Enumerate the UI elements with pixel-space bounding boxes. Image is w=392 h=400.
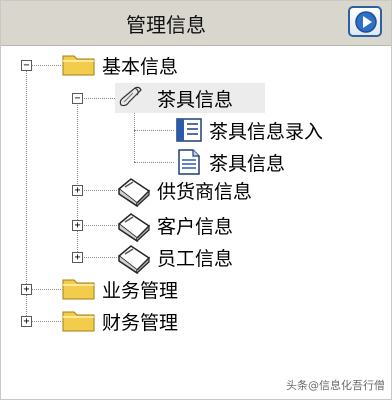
document-icon	[178, 149, 200, 175]
tree-toggle-expand[interactable]: +	[72, 185, 83, 196]
tree-item-label: 供货商信息	[157, 181, 253, 203]
closed-book-icon	[117, 245, 151, 274]
folder-icon	[62, 55, 95, 76]
tree-toggle-collapse[interactable]: −	[72, 93, 83, 104]
tree-item-label: 员工信息	[157, 248, 234, 270]
tree-toggle-collapse[interactable]: −	[21, 60, 32, 71]
tree-item-employee-info[interactable]: 员工信息	[115, 242, 275, 274]
tree-line	[134, 162, 174, 163]
tree-item-tea-ware-info[interactable]: 茶具信息	[173, 147, 353, 177]
tree-item-business-management[interactable]: 业务管理	[61, 274, 231, 304]
tree-item-label: 茶具信息	[157, 89, 234, 111]
folder-icon	[62, 311, 95, 332]
tree-toggle-expand[interactable]: +	[21, 284, 32, 295]
tree-line	[31, 289, 61, 290]
tree-item-label: 茶具信息录入	[209, 121, 324, 143]
tree-item-label: 基本信息	[102, 56, 179, 78]
tree-item-label: 业务管理	[102, 280, 179, 302]
circle-arrow-right-icon	[355, 11, 377, 33]
panel-title: 管理信息	[126, 13, 206, 37]
tree-line	[82, 190, 117, 191]
tree-item-label: 客户信息	[157, 216, 234, 238]
panel-header: 管理信息	[1, 1, 391, 46]
tree-item-label: 茶具信息	[209, 153, 286, 175]
tree-line	[31, 321, 61, 322]
tree-line	[31, 65, 61, 66]
tree-item-supplier-info[interactable]: 供货商信息	[115, 175, 295, 207]
navigation-tree: − 基本信息 − 茶具信息 茶具信息录入 茶具信息 + 供货商信息 + 客户信息…	[1, 45, 391, 399]
tree-line	[134, 130, 174, 131]
tree-toggle-expand[interactable]: +	[72, 252, 83, 263]
form-entry-icon	[176, 118, 202, 142]
tree-item-customer-info[interactable]: 客户信息	[115, 210, 275, 242]
tree-toggle-expand[interactable]: +	[21, 316, 32, 327]
tree-line	[134, 110, 135, 162]
closed-book-icon	[117, 178, 151, 207]
navigate-button[interactable]	[348, 6, 382, 37]
tree-item-tea-ware-entry[interactable]: 茶具信息录入	[173, 115, 373, 145]
tree-line	[82, 257, 117, 258]
tree-line	[82, 225, 117, 226]
tree-item-tea-ware-group[interactable]: 茶具信息	[115, 83, 265, 113]
tree-toggle-expand[interactable]: +	[72, 220, 83, 231]
tree-item-basic-info[interactable]: 基本信息	[61, 50, 231, 80]
tree-item-label: 财务管理	[102, 312, 179, 334]
tree-item-finance-management[interactable]: 财务管理	[61, 306, 231, 336]
scroll-icon	[119, 86, 142, 107]
tree-line	[82, 98, 117, 99]
closed-book-icon	[117, 213, 151, 242]
panel: 管理信息 − 基本信息 − 茶具信息 茶具信息录入 茶具信息 + 供货商信息 +…	[0, 0, 392, 400]
folder-icon	[62, 279, 95, 300]
watermark: 头条@信息化吾行僧	[286, 379, 385, 392]
tree-line	[77, 105, 78, 262]
